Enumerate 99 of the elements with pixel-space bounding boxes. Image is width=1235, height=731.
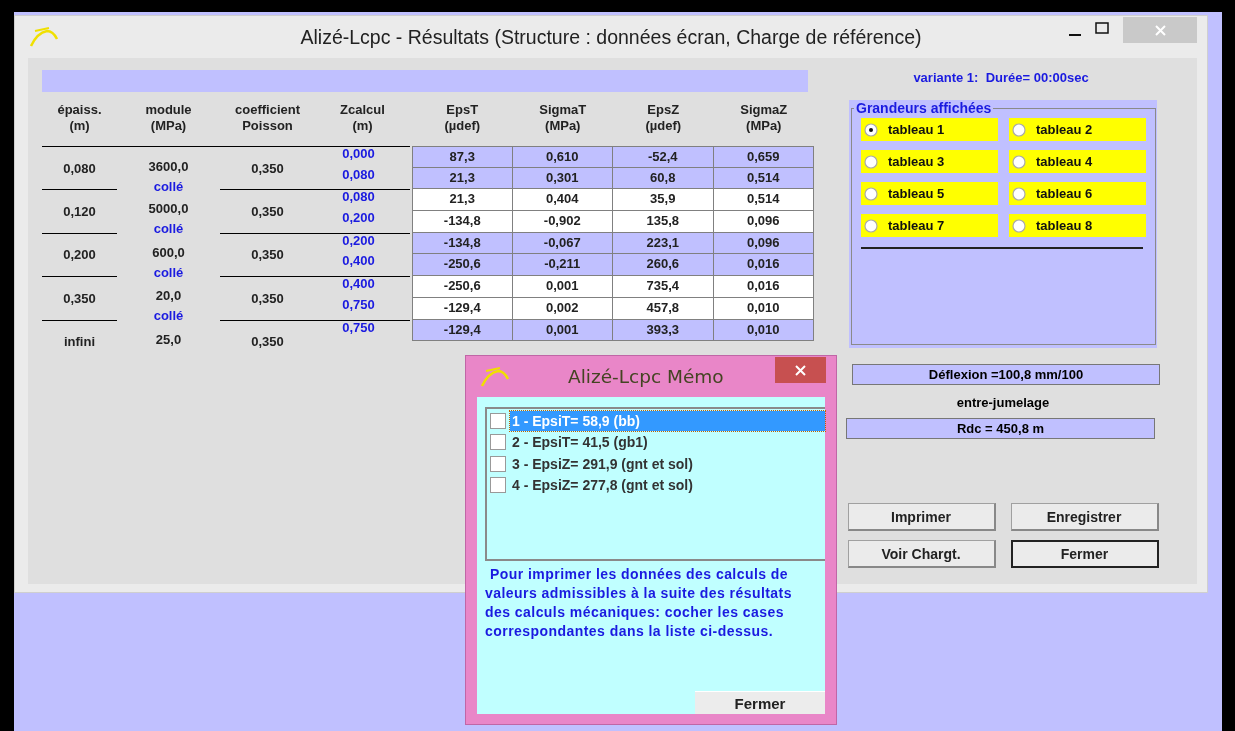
result-cell: 457,8: [613, 297, 714, 320]
result-cell: 0,016: [713, 276, 814, 298]
result-cell: -129,4: [412, 319, 513, 342]
checkbox[interactable]: [490, 455, 506, 472]
memo-note: Pour imprimer les données des calculs de valeurs admissibles à la suite des résultats des calculs mécaniques: cocher les cases correspondantes dans la liste ci-dessus.: [485, 565, 793, 641]
result-cell: -129,4: [412, 297, 513, 320]
result-cell: 35,9: [613, 189, 714, 212]
thickness-cell: infini: [63, 334, 95, 350]
result-cell: 60,8: [613, 167, 714, 190]
poisson-cell: 0,350: [251, 334, 284, 350]
group-title: Grandeurs affichées: [855, 100, 993, 116]
radio-option[interactable]: tableau 3: [861, 150, 998, 173]
variant-label: variante 1: Durée= 00:00sec: [913, 70, 1089, 86]
column-header: EpsZ (µdef): [644, 101, 683, 135]
result-cell: 87,3: [412, 146, 513, 168]
radio-option[interactable]: tableau 7: [861, 214, 998, 237]
result-cell: -0,211: [512, 254, 613, 277]
radio-option[interactable]: tableau 2: [1009, 118, 1146, 141]
result-cell: 21,3: [412, 167, 513, 190]
deflection-display: Déflexion =100,8 mm/100: [852, 364, 1160, 385]
radio-option[interactable]: tableau 4: [1009, 150, 1146, 173]
result-cell: 0,001: [512, 276, 613, 298]
action-button[interactable]: Imprimer: [847, 503, 996, 531]
close-icon: [1154, 24, 1166, 36]
thickness-cell: 0,080: [63, 160, 96, 176]
checkbox[interactable]: [490, 477, 506, 494]
close-button[interactable]: [1123, 17, 1197, 43]
result-cell: -250,6: [412, 254, 513, 277]
action-button[interactable]: Enregistrer: [1010, 503, 1159, 531]
radio-option[interactable]: tableau 5: [861, 182, 998, 205]
poisson-cell: 0,350: [251, 160, 284, 176]
result-cell: -134,8: [412, 232, 513, 255]
result-cell: 223,1: [613, 232, 714, 255]
radio-option[interactable]: tableau 1: [861, 118, 998, 141]
depth-cell-text: 0,400: [341, 254, 376, 269]
poisson-cell: 0,350: [251, 247, 284, 263]
depth-cell-text: 0,200: [341, 233, 376, 248]
poisson-cell: 0,350: [251, 204, 284, 220]
interface-label: collé: [153, 180, 184, 194]
depth-cell-text: 0,000: [341, 147, 376, 161]
column-header: EpsT (µdef): [443, 101, 482, 135]
radio-option[interactable]: tableau 8: [1009, 214, 1146, 237]
thickness-cell: 0,120: [63, 204, 96, 220]
column-header: SigmaZ (MPa): [739, 101, 789, 135]
list-item[interactable]: 2 - EpsiT= 41,5 (gb1): [510, 432, 825, 453]
deflection-note: entre-jumelage: [956, 394, 1050, 412]
column-header: Zcalcul (m): [339, 101, 386, 135]
modulus-cell: 5000,0: [148, 202, 189, 217]
column-header: SigmaT (MPa): [538, 101, 588, 135]
poisson-cell: 0,350: [251, 290, 284, 306]
close-button[interactable]: Fermer: [695, 691, 825, 714]
result-cell: 0,096: [713, 211, 814, 233]
modulus-cell: 3600,0: [148, 160, 189, 174]
result-cell: -250,6: [412, 276, 513, 298]
list-item[interactable]: 3 - EpsiZ= 291,9 (gnt et sol): [510, 453, 825, 474]
result-cell: 0,659: [713, 146, 814, 168]
dialog-title: Alizé-Lcpc Mémo: [568, 366, 724, 387]
app-icon: [29, 27, 59, 47]
result-cell: 0,610: [512, 146, 613, 168]
result-cell: 393,3: [613, 319, 714, 342]
checkbox[interactable]: [490, 434, 506, 451]
thickness-cell: 0,200: [63, 247, 96, 263]
checkbox[interactable]: [490, 412, 506, 429]
close-icon: [795, 364, 806, 376]
result-cell: 260,6: [613, 254, 714, 277]
depth-cell-text: 0,400: [341, 277, 376, 292]
result-cell: 0,016: [713, 254, 814, 277]
column-header: module (MPa): [144, 101, 193, 135]
interface-label: collé: [153, 222, 184, 237]
result-cell: -52,4: [613, 146, 714, 168]
result-cell: 135,8: [613, 211, 714, 233]
window-title: Alizé-Lcpc - Résultats (Structure : données écran, Charge de référence): [300, 25, 922, 49]
app-icon: [480, 366, 510, 387]
depth-cell-text: 0,080: [341, 190, 376, 205]
modulus-cell: 20,0: [155, 289, 182, 304]
result-cell: 21,3: [412, 189, 513, 212]
depth-cell-text: 0,750: [341, 297, 376, 312]
interface-label: collé: [153, 309, 184, 324]
modulus-cell: 600,0: [152, 245, 185, 260]
column-header: épaiss. (m): [56, 101, 103, 135]
result-cell: 0,404: [512, 189, 613, 212]
result-cell: 735,4: [613, 276, 714, 298]
depth-cell-text: 0,080: [341, 167, 376, 182]
maximize-icon[interactable]: [1095, 22, 1109, 34]
modulus-cell: 25,0: [155, 332, 182, 347]
result-cell: 0,514: [713, 189, 814, 212]
result-cell: -0,902: [512, 211, 613, 233]
depth-cell-text: 0,750: [341, 320, 376, 335]
column-header: coefficient Poisson: [234, 101, 301, 135]
list-item[interactable]: 4 - EpsiZ= 277,8 (gnt et sol): [510, 475, 825, 496]
interface-label: collé: [153, 265, 184, 280]
radio-option[interactable]: tableau 6: [1009, 182, 1146, 205]
depth-cell-text: 0,200: [341, 211, 376, 226]
result-cell: -134,8: [412, 211, 513, 233]
close-button[interactable]: [775, 357, 826, 383]
thickness-cell: 0,350: [63, 290, 96, 306]
radius-display: Rdc = 450,8 m: [846, 418, 1155, 439]
action-button[interactable]: Fermer: [1010, 540, 1159, 568]
action-button[interactable]: Voir Chargt.: [847, 540, 996, 568]
